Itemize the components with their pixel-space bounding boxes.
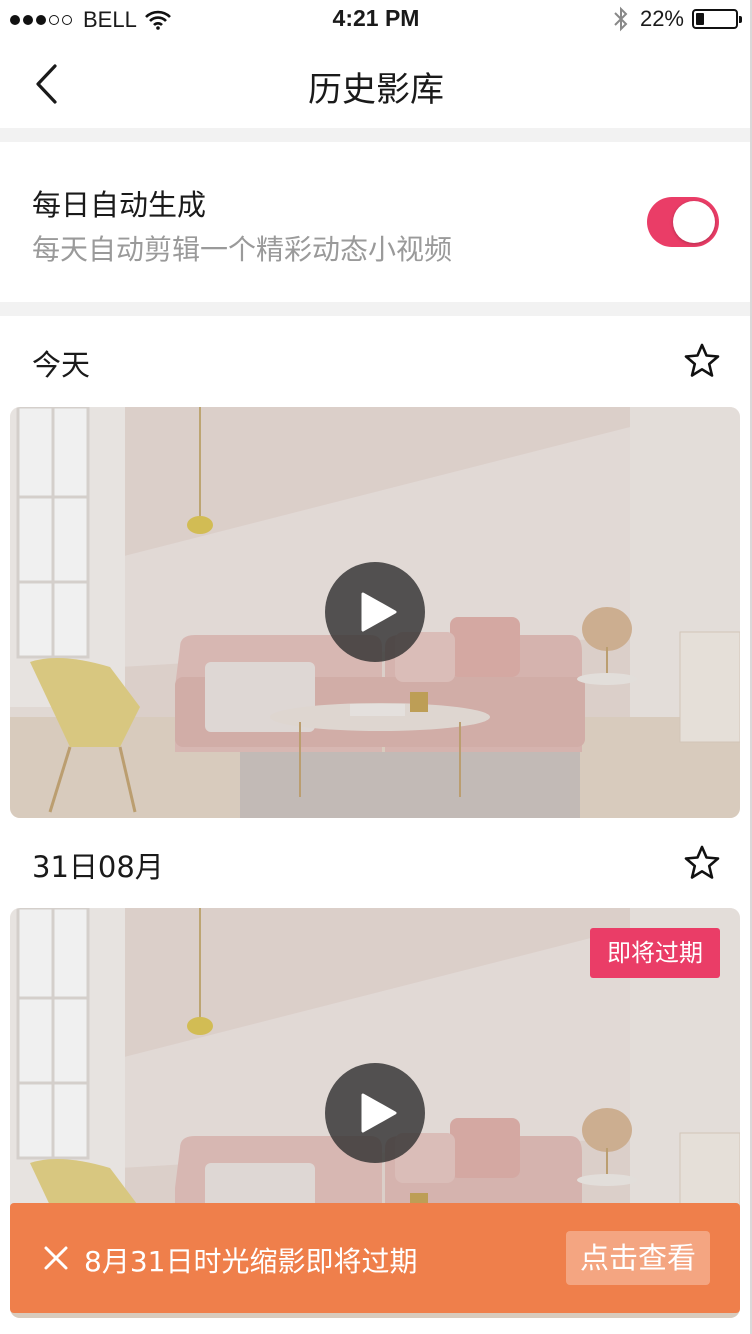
setting-title: 每日自动生成 bbox=[32, 188, 207, 222]
section-header-today: 今天 bbox=[0, 316, 752, 406]
star-outline-icon bbox=[684, 343, 720, 377]
status-bar: BELL 4:21 PM 22% bbox=[0, 0, 752, 40]
favorite-button[interactable] bbox=[683, 844, 721, 882]
battery-percent: 22% bbox=[639, 6, 684, 31]
view-now-button[interactable]: 点击查看 bbox=[566, 1231, 710, 1285]
divider bbox=[0, 128, 752, 142]
navigation-bar: 历史影库 bbox=[0, 40, 752, 128]
toast-message: 8月31日时光缩影即将过期 bbox=[84, 1245, 418, 1278]
section-date: 31日08月 bbox=[32, 850, 164, 884]
status-right: 22% bbox=[612, 6, 742, 32]
play-icon bbox=[361, 1093, 397, 1133]
bluetooth-icon bbox=[614, 6, 628, 32]
section-date: 今天 bbox=[32, 348, 91, 382]
play-icon bbox=[361, 592, 397, 632]
toast-close-button[interactable] bbox=[38, 1240, 74, 1276]
setting-description: 每天自动剪辑一个精彩动态小视频 bbox=[32, 233, 453, 266]
divider bbox=[0, 302, 752, 316]
toggle-knob bbox=[673, 201, 715, 243]
bottom-strip bbox=[0, 1318, 752, 1334]
auto-generate-toggle[interactable] bbox=[647, 197, 719, 247]
section-header-aug31: 31日08月 bbox=[0, 818, 752, 908]
expiring-badge: 即将过期 bbox=[590, 928, 720, 978]
star-outline-icon bbox=[684, 845, 720, 879]
expiry-toast: 8月31日时光缩影即将过期 点击查看 bbox=[10, 1203, 740, 1313]
video-card[interactable] bbox=[10, 407, 740, 818]
play-button[interactable] bbox=[325, 1063, 425, 1163]
play-button[interactable] bbox=[325, 562, 425, 662]
battery-fill bbox=[696, 13, 704, 25]
favorite-button[interactable] bbox=[683, 342, 721, 380]
auto-generate-setting: 每日自动生成 每天自动剪辑一个精彩动态小视频 bbox=[0, 142, 752, 302]
close-icon bbox=[44, 1246, 68, 1270]
page-title: 历史影库 bbox=[308, 70, 444, 110]
battery-icon bbox=[692, 9, 742, 29]
battery-cap bbox=[739, 16, 742, 23]
